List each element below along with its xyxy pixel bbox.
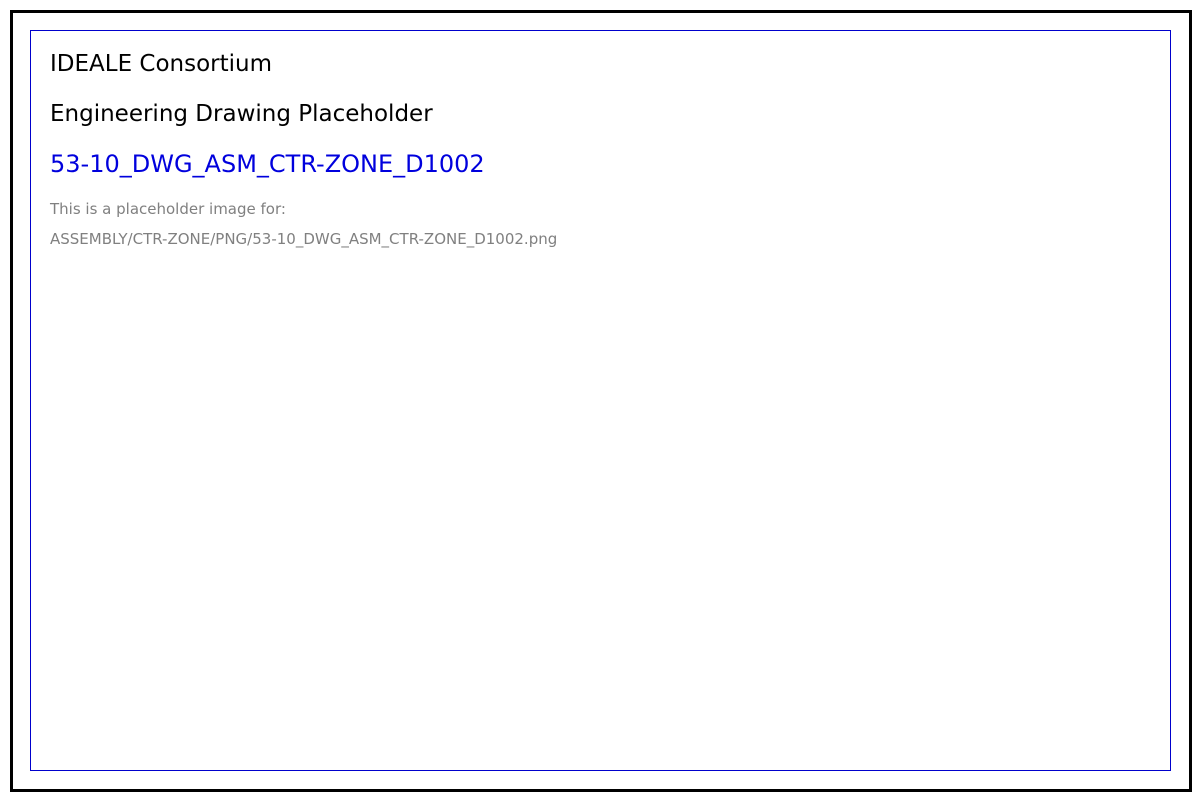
inner-border-frame: [30, 30, 1171, 771]
document-subtitle: Engineering Drawing Placeholder: [50, 101, 433, 127]
drawing-id: 53-10_DWG_ASM_CTR-ZONE_D1002: [50, 150, 485, 178]
organization-title: IDEALE Consortium: [50, 51, 273, 77]
file-path: ASSEMBLY/CTR-ZONE/PNG/53-10_DWG_ASM_CTR-…: [50, 230, 558, 248]
placeholder-note: This is a placeholder image for:: [50, 200, 286, 218]
